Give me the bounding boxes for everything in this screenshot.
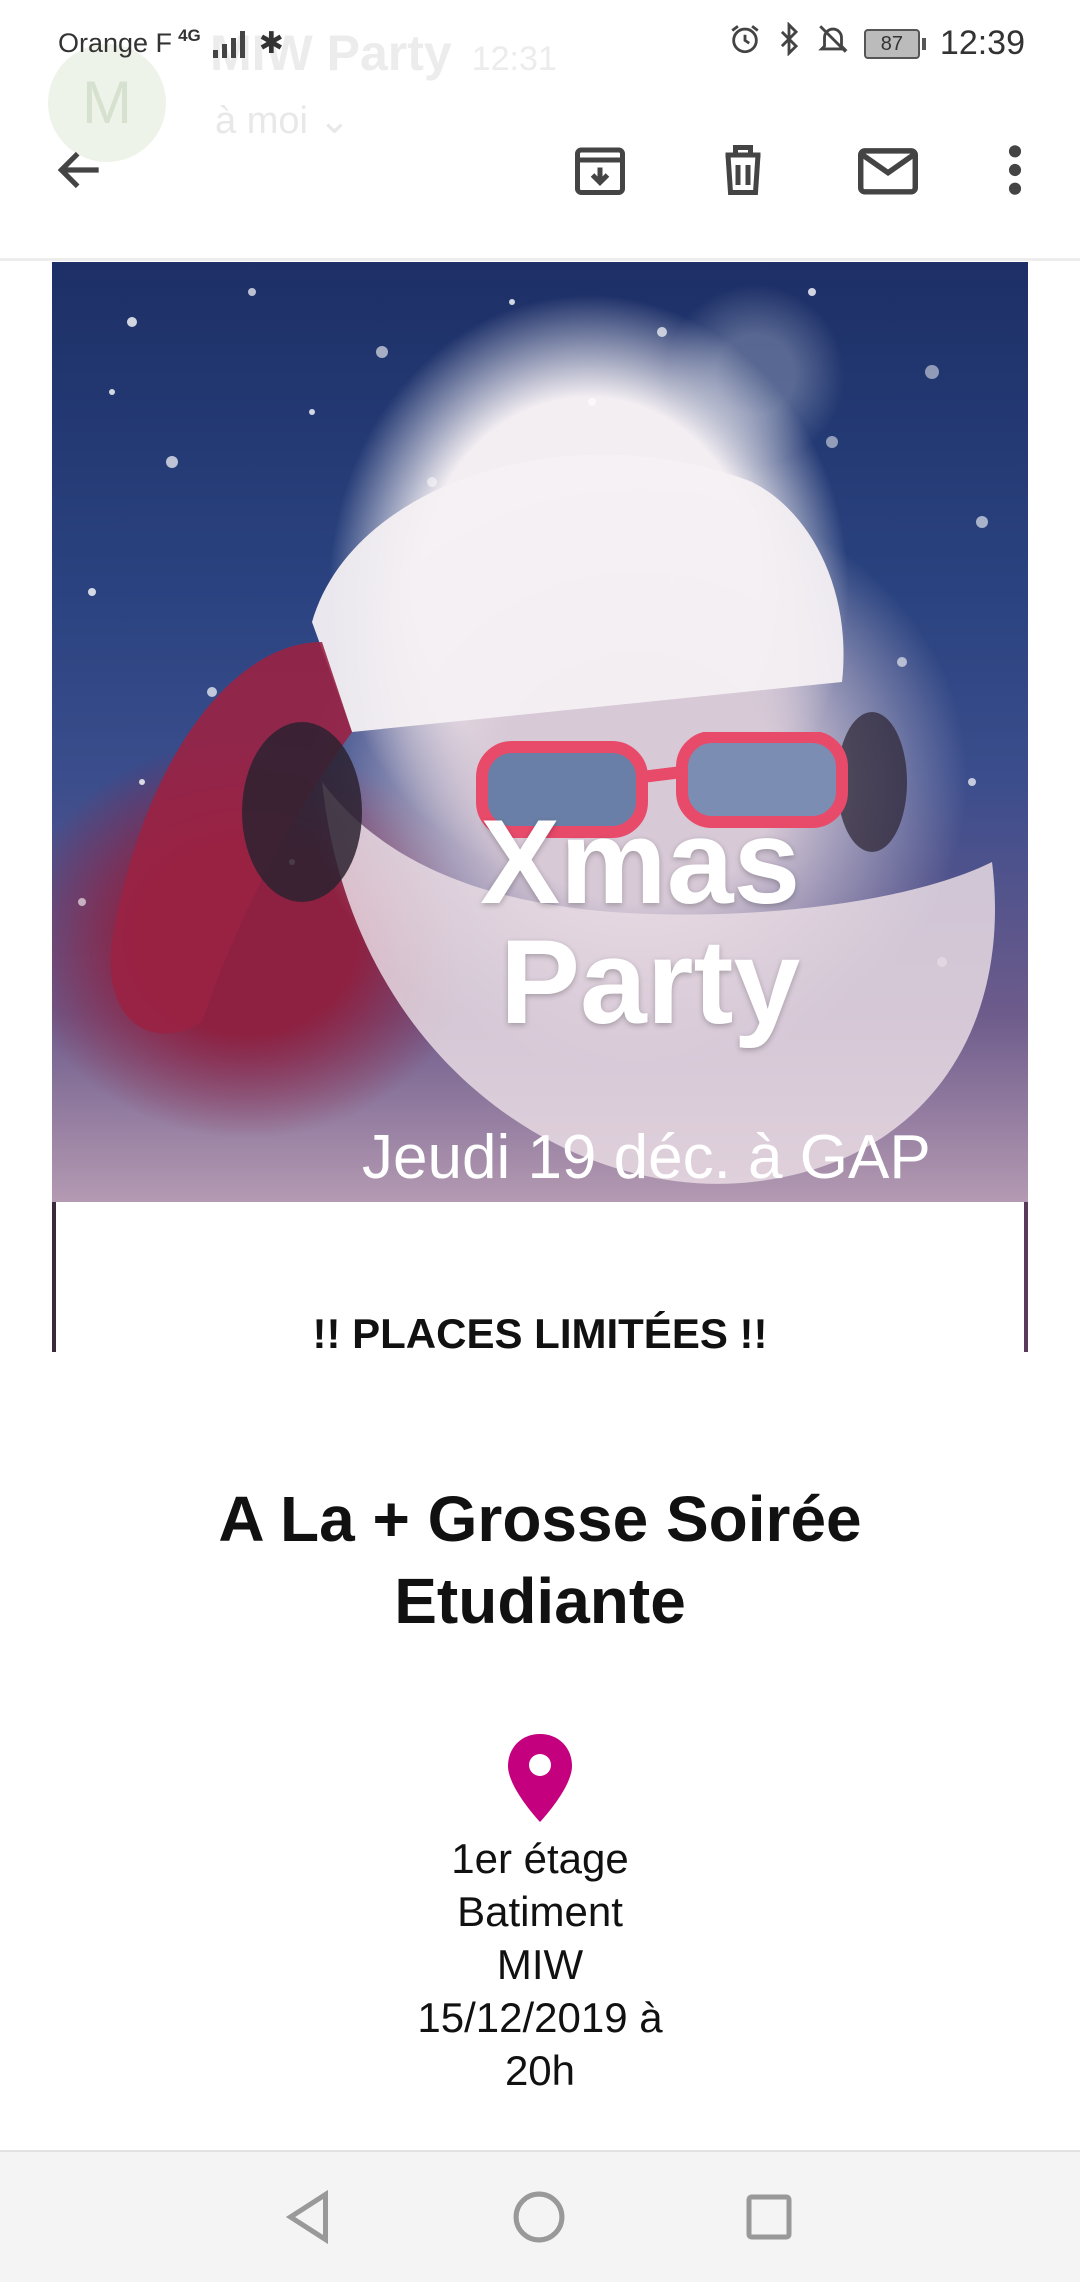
nav-back-icon (285, 2189, 328, 2245)
delete-button[interactable] (703, 130, 783, 210)
back-arrow-icon (57, 151, 99, 189)
status-right: 87 12:39 (728, 21, 1025, 65)
carrier-label: Orange F (58, 28, 173, 58)
status-bar: Orange F 4G ✱ 87 12:39 (0, 0, 1080, 90)
email-toolbar (0, 90, 1080, 260)
nav-home-icon (513, 2191, 565, 2243)
back-button[interactable] (40, 130, 120, 210)
status-left: Orange F 4G ✱ (58, 26, 284, 61)
delete-icon (725, 145, 761, 195)
bluetooth-icon (776, 21, 802, 65)
location-line-2: Batiment (457, 1888, 623, 1935)
more-options-button[interactable] (975, 130, 1055, 210)
places-limited-text: !! PLACES LIMITÉES !! (312, 1310, 768, 1357)
location-line-1: 1er étage (451, 1835, 629, 1882)
settings-notification-icon: ✱ (258, 27, 284, 60)
location-line-5: 20h (504, 2047, 576, 2094)
nav-recents-button[interactable] (734, 2182, 804, 2252)
hero-title-line2: Party (500, 915, 801, 1049)
hero-title-line1: Xmas (480, 795, 801, 929)
battery-icon: 87 (863, 28, 926, 59)
mark-unread-button[interactable] (848, 130, 928, 210)
location-line-4: 15/12/2019 à (417, 1994, 663, 2041)
nav-recents-icon (746, 2194, 792, 2240)
alarm-icon (728, 22, 762, 65)
archive-button[interactable] (560, 130, 640, 210)
event-headline: A La + Grosse Soirée Etudiante (218, 1483, 862, 1637)
system-nav-bar (0, 2150, 1080, 2282)
archive-icon (575, 147, 625, 195)
location-pin-icon (508, 1734, 572, 1822)
network-type-label: 4G (178, 26, 201, 45)
event-banner-image: Xmas Party Jeudi 19 déc. à GAP (52, 262, 1028, 1202)
location-line-3: MIW (496, 1941, 584, 1988)
hero-date: Jeudi 19 déc. à GAP (362, 1123, 931, 1192)
nav-back-button[interactable] (273, 2182, 343, 2252)
event-location: 1er étage Batiment MIW 15/12/2019 à 20h (340, 1832, 740, 2097)
mark-unread-icon (858, 148, 918, 195)
toolbar-divider (0, 258, 1080, 261)
more-icon (1008, 145, 1022, 195)
signal-icon (212, 30, 245, 58)
battery-level: 87 (863, 28, 920, 59)
notifications-off-icon (816, 22, 850, 65)
nav-home-button[interactable] (504, 2182, 574, 2252)
clock: 12:39 (939, 24, 1025, 62)
